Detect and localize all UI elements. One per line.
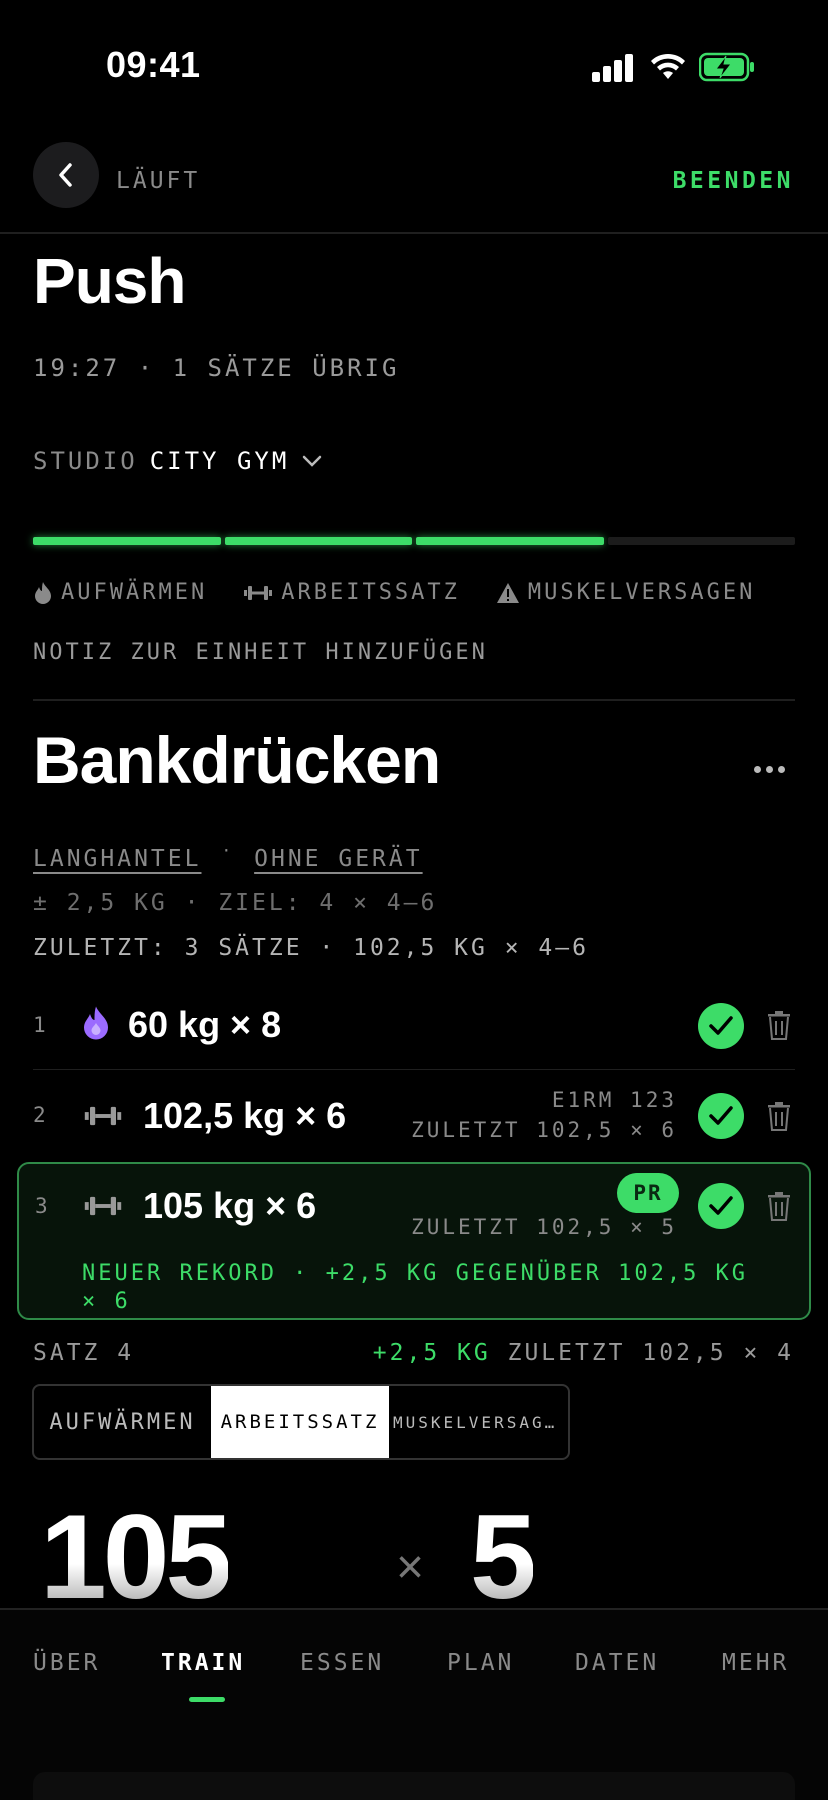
cellular-signal-icon <box>592 54 634 82</box>
machine-tag[interactable]: OHNE GERÄT <box>254 846 422 872</box>
progress-segment <box>33 537 221 545</box>
set-index: 1 <box>33 1013 46 1037</box>
set-type-work[interactable]: ARBEITSSATZ <box>211 1386 389 1458</box>
progress-segment <box>607 537 795 545</box>
checkmark-icon <box>709 1106 733 1125</box>
weight-delta: +2,5 KG <box>372 1340 491 1366</box>
pr-badge: PR <box>617 1173 679 1213</box>
checkmark-icon <box>709 1196 733 1215</box>
next-set-hint: +2,5 KG ZULETZT 102,5 × 4 <box>373 1340 794 1366</box>
end-workout-button[interactable]: BEENDEN <box>673 168 794 194</box>
tab-ueber[interactable]: ÜBER <box>33 1650 100 1676</box>
tab-daten[interactable]: DATEN <box>575 1650 659 1676</box>
new-record-text: NEUER REKORD · +2,5 KG GEGENÜBER 102,5 K… <box>82 1261 749 1314</box>
workout-status: LÄUFT <box>116 168 201 194</box>
workout-meta: 19:27 · 1 SÄTZE ÜBRIG <box>33 354 400 382</box>
set-type-selector[interactable]: AUFWÄRMEN ARBEITSSATZ MUSKELVERSAG… <box>32 1384 570 1460</box>
progress-segment <box>416 537 604 545</box>
bottom-panel <box>33 1772 795 1800</box>
set-complete-check[interactable] <box>698 1003 744 1049</box>
trash-icon[interactable] <box>766 1010 792 1040</box>
more-options-icon[interactable] <box>754 766 785 773</box>
set-index: 2 <box>33 1103 46 1127</box>
header-divider <box>0 232 828 234</box>
checkmark-icon <box>709 1016 733 1035</box>
status-time: 09:41 <box>106 44 201 85</box>
warning-icon <box>496 582 519 603</box>
exercise-last-session: ZULETZT: 3 SÄTZE · 102,5 KG × 4–6 <box>33 935 589 961</box>
tab-train[interactable]: TRAIN <box>161 1650 245 1676</box>
set-value[interactable]: 105 kg × 6 <box>143 1185 316 1227</box>
studio-label: STUDIO <box>33 447 138 475</box>
tab-mehr[interactable]: MEHR <box>722 1650 789 1676</box>
set-last: ZULETZT 102,5 × 6 <box>411 1118 677 1142</box>
exercise-title: Bankdrücken <box>33 723 441 797</box>
set-complete-check[interactable] <box>698 1093 744 1139</box>
chevron-down-icon <box>303 455 322 467</box>
trash-icon[interactable] <box>766 1191 792 1221</box>
times-sign: × <box>396 1541 425 1594</box>
flame-icon <box>35 581 51 604</box>
trash-icon[interactable] <box>766 1101 792 1131</box>
flame-icon <box>81 1005 111 1046</box>
workout-title: Push <box>33 245 186 317</box>
legend-failure: MUSKELVERSAGEN <box>496 580 755 605</box>
row-divider <box>33 1069 795 1070</box>
progress-segment <box>224 537 412 545</box>
set-value[interactable]: 102,5 kg × 6 <box>143 1095 346 1137</box>
tag-separator: · <box>221 841 235 860</box>
legend-work-set: ARBEITSSATZ <box>243 580 460 605</box>
set-type-legend: AUFWÄRMEN ARBEITSSATZ MUSKELVERSAGEN <box>33 580 755 605</box>
set-value[interactable]: 60 kg × 8 <box>128 1004 281 1046</box>
section-divider <box>33 699 795 701</box>
dumbbell-icon <box>83 1193 123 1224</box>
set-e1rm: E1RM 123 <box>551 1088 677 1112</box>
wifi-icon <box>650 50 686 80</box>
studio-value: CITY GYM <box>149 447 290 475</box>
tab-plan[interactable]: PLAN <box>447 1650 514 1676</box>
studio-selector[interactable]: STUDIO CITY GYM <box>33 447 323 475</box>
workout-progress-bar <box>33 537 795 545</box>
set-index: 3 <box>35 1194 48 1218</box>
exercise-tags: LANGHANTEL · OHNE GERÄT <box>33 841 423 873</box>
set-type-failure[interactable]: MUSKELVERSAG… <box>389 1386 568 1458</box>
reps-input[interactable]: 5 <box>470 1488 537 1626</box>
set-type-warmup[interactable]: AUFWÄRMEN <box>34 1386 211 1458</box>
add-session-note[interactable]: NOTIZ ZUR EINHEIT HINZUFÜGEN <box>33 640 488 665</box>
equipment-tag[interactable]: LANGHANTEL <box>33 846 201 872</box>
legend-warmup: AUFWÄRMEN <box>33 580 207 605</box>
weight-input[interactable]: 105 <box>40 1488 232 1626</box>
set-complete-check[interactable] <box>698 1183 744 1229</box>
last-reference: ZULETZT 102,5 × 4 <box>507 1340 794 1366</box>
back-button[interactable] <box>33 142 99 208</box>
exercise-target: ± 2,5 KG · ZIEL: 4 × 4–6 <box>33 890 438 916</box>
active-tab-indicator <box>189 1697 225 1702</box>
chevron-left-icon <box>59 163 72 187</box>
tab-essen[interactable]: ESSEN <box>300 1650 384 1676</box>
dumbbell-icon <box>244 585 273 600</box>
battery-charging-icon <box>698 52 755 82</box>
dumbbell-icon <box>83 1103 123 1134</box>
next-set-label: SATZ 4 <box>33 1340 135 1366</box>
set-last: ZULETZT 102,5 × 5 <box>411 1215 677 1239</box>
